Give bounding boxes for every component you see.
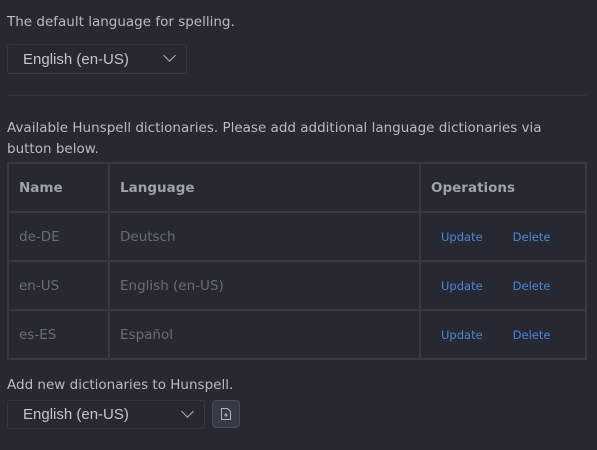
delete-button[interactable]: Delete xyxy=(513,230,551,244)
update-button[interactable]: Update xyxy=(441,230,483,244)
cell-operations: Update Delete xyxy=(419,309,587,360)
dictionaries-table: Name Language Operations de-DE Deutsch U… xyxy=(7,162,587,360)
default-language-value: English (en-US) xyxy=(23,50,129,68)
table-row: es-ES Español Update Delete xyxy=(7,309,587,360)
add-dictionary-select[interactable]: English (en-US) xyxy=(7,400,205,429)
cell-operations: Update Delete xyxy=(419,260,587,311)
delete-button[interactable]: Delete xyxy=(513,328,551,342)
chevron-down-icon xyxy=(163,49,176,62)
table-row: en-US English (en-US) Update Delete xyxy=(7,260,587,311)
add-dictionary-label: Add new dictionaries to Hunspell. xyxy=(7,377,234,393)
divider xyxy=(7,95,587,96)
column-header-operations: Operations xyxy=(419,162,587,213)
update-button[interactable]: Update xyxy=(441,328,483,342)
default-language-select[interactable]: English (en-US) xyxy=(7,44,187,74)
file-plus-icon xyxy=(221,408,231,420)
cell-language: Deutsch xyxy=(108,211,421,262)
chevron-down-icon xyxy=(181,405,194,418)
cell-operations: Update Delete xyxy=(419,211,587,262)
default-language-label: The default language for spelling. xyxy=(7,14,235,30)
column-header-name: Name xyxy=(7,162,110,213)
update-button[interactable]: Update xyxy=(441,279,483,293)
cell-language: English (en-US) xyxy=(108,260,421,311)
add-dictionary-value: English (en-US) xyxy=(23,406,129,423)
add-dictionary-button[interactable] xyxy=(212,400,240,428)
table-row: de-DE Deutsch Update Delete xyxy=(7,211,587,262)
cell-name: es-ES xyxy=(7,309,110,360)
column-header-language: Language xyxy=(108,162,421,213)
cell-name: de-DE xyxy=(7,211,110,262)
dictionaries-label: Available Hunspell dictionaries. Please … xyxy=(7,120,542,157)
cell-name: en-US xyxy=(7,260,110,311)
delete-button[interactable]: Delete xyxy=(513,279,551,293)
table-header: Name Language Operations xyxy=(7,162,587,213)
cell-language: Español xyxy=(108,309,421,360)
